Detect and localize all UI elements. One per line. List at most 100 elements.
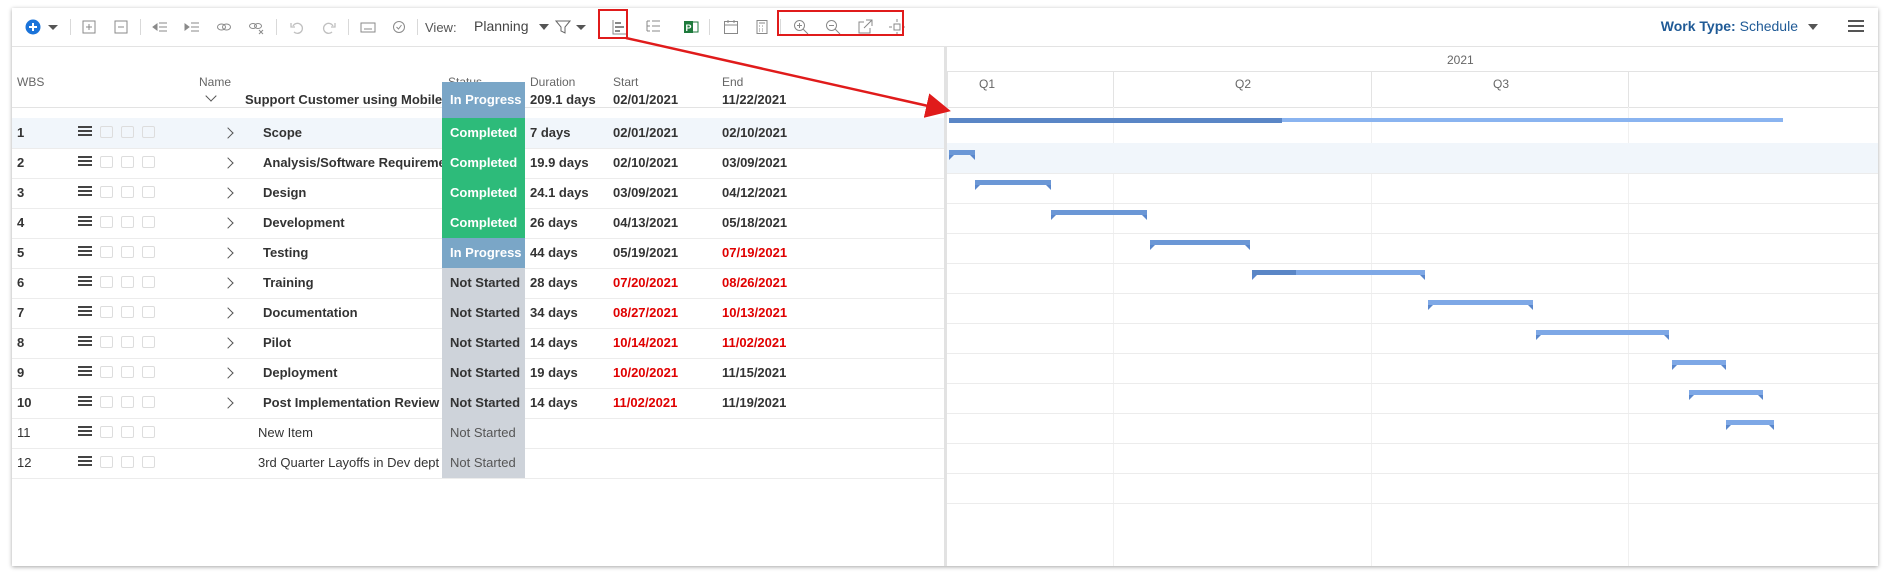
calendar-icon[interactable] [720,16,742,38]
expand-chevron-icon[interactable] [222,157,234,169]
table-row[interactable]: 12 3rd Quarter Layoffs in Dev dept Not Sta… [12,448,944,479]
status-badge[interactable]: Not Started [442,328,525,358]
grid-view-icon[interactable] [142,426,155,438]
grid-view-icon[interactable] [142,366,155,378]
status-badge[interactable]: In Progress [442,238,525,268]
table-row[interactable]: 2 Analysis/Software Requirements Completed… [12,148,944,179]
row-menu-icon[interactable] [78,186,92,199]
expand-chevron-icon[interactable] [222,367,234,379]
comment-icon[interactable] [121,366,134,378]
row-menu-icon[interactable] [78,156,92,169]
row-menu-icon[interactable] [78,336,92,349]
status-badge[interactable]: Not Started [442,358,525,388]
attachment-icon[interactable] [100,156,113,168]
undo-icon[interactable] [286,16,308,38]
keyboard-icon[interactable] [357,16,379,38]
row-menu-icon[interactable] [78,216,92,229]
grid-view-icon[interactable] [142,276,155,288]
filter-dropdown-icon[interactable] [570,16,592,38]
attachment-icon[interactable] [100,396,113,408]
status-badge[interactable]: Not Started [442,388,525,418]
add-dropdown-icon[interactable] [42,16,64,38]
outdent-icon[interactable] [149,16,171,38]
grid-view-icon[interactable] [142,186,155,198]
table-row[interactable]: 6 Training Not Started 28 days 07/20/2021 08/… [12,268,944,299]
table-row[interactable]: 3 Design Completed 24.1 days 03/09/2021 04/12… [12,178,944,209]
status-badge[interactable]: Not Started [442,298,525,328]
table-row[interactable]: 8 Pilot Not Started 14 days 10/14/2021 11/02/… [12,328,944,359]
gantt-task-bar[interactable] [1428,300,1534,310]
comment-icon[interactable] [121,426,134,438]
expand-chevron-icon[interactable] [222,217,234,229]
comment-icon[interactable] [121,186,134,198]
gantt-task-bar[interactable] [1051,210,1148,220]
link-icon[interactable] [213,16,235,38]
table-row[interactable]: 9 Deployment Not Started 19 days 10/20/2021 1… [12,358,944,389]
attachment-icon[interactable] [100,426,113,438]
gantt-task-bar[interactable] [1252,270,1426,280]
table-row[interactable]: 4 Development Completed 26 days 04/13/2021 05… [12,208,944,239]
expand-chevron-icon[interactable] [222,247,234,259]
task-name[interactable]: Post Implementation Review [263,388,439,418]
task-name[interactable]: New Item [258,418,313,448]
indent-icon[interactable] [181,16,203,38]
grid-view-icon[interactable] [142,336,155,348]
grid-view-icon[interactable] [142,396,155,408]
gantt-task-bar[interactable] [1671,360,1726,370]
task-name[interactable]: Documentation [263,298,358,328]
expand-chevron-icon[interactable] [222,337,234,349]
task-name[interactable]: Training [263,268,314,298]
attachment-icon[interactable] [100,216,113,228]
row-menu-icon[interactable] [78,126,92,139]
expand-chevron-icon[interactable] [222,307,234,319]
status-badge[interactable]: Completed [442,148,525,178]
gantt-task-bar[interactable] [1535,330,1670,340]
comment-icon[interactable] [121,306,134,318]
task-name[interactable]: Analysis/Software Requirements [263,148,465,178]
expand-chevron-icon[interactable] [222,397,234,409]
status-badge[interactable]: Not Started [442,268,525,298]
comment-icon[interactable] [121,396,134,408]
gantt-task-bar[interactable] [974,180,1052,190]
task-name[interactable]: Deployment [263,358,337,388]
checklist-icon[interactable] [389,16,411,38]
row-menu-icon[interactable] [78,366,92,379]
task-name[interactable]: Development [263,208,345,238]
summary-status[interactable]: In Progress [442,82,525,118]
redo-icon[interactable] [318,16,340,38]
collapse-chevron-icon[interactable] [205,90,217,102]
table-row[interactable]: 1 Scope Completed 7 days 02/01/2021 02/10/202… [12,118,944,149]
hierarchy-list-icon[interactable] [642,16,664,38]
add-circle-icon[interactable] [22,16,44,38]
grid-view-icon[interactable] [142,126,155,138]
comment-icon[interactable] [121,246,134,258]
gantt-task-bar[interactable] [949,150,975,160]
grid-view-icon[interactable] [142,246,155,258]
row-menu-icon[interactable] [78,246,92,259]
gantt-task-bar[interactable] [1150,240,1250,250]
row-menu-icon[interactable] [78,306,92,319]
row-menu-icon[interactable] [78,456,92,469]
row-menu-icon[interactable] [78,396,92,409]
row-menu-icon[interactable] [78,276,92,289]
attachment-icon[interactable] [100,126,113,138]
task-name[interactable]: 3rd Quarter Layoffs in Dev dept [258,448,439,478]
table-row[interactable]: 5 Testing In Progress 44 days 05/19/2021 07/1… [12,238,944,269]
project-export-icon[interactable]: P [680,16,702,38]
grid-view-icon[interactable] [142,456,155,468]
table-row[interactable]: 7 Documentation Not Started 34 days 08/27/20… [12,298,944,329]
attachment-icon[interactable] [100,336,113,348]
expand-chevron-icon[interactable] [222,127,234,139]
gantt-summary-bar[interactable] [949,118,1783,123]
expand-chevron-icon[interactable] [222,187,234,199]
attachment-icon[interactable] [100,186,113,198]
status-badge[interactable]: Not Started [442,448,525,478]
grid-view-icon[interactable] [142,306,155,318]
expand-chevron-icon[interactable] [222,277,234,289]
comment-icon[interactable] [121,276,134,288]
work-type-select[interactable]: Work Type: Schedule [1661,18,1818,34]
attachment-icon[interactable] [100,306,113,318]
grid-view-icon[interactable] [142,156,155,168]
comment-icon[interactable] [121,456,134,468]
summary-row[interactable]: Support Customer using Mobile In Progres… [12,82,944,119]
